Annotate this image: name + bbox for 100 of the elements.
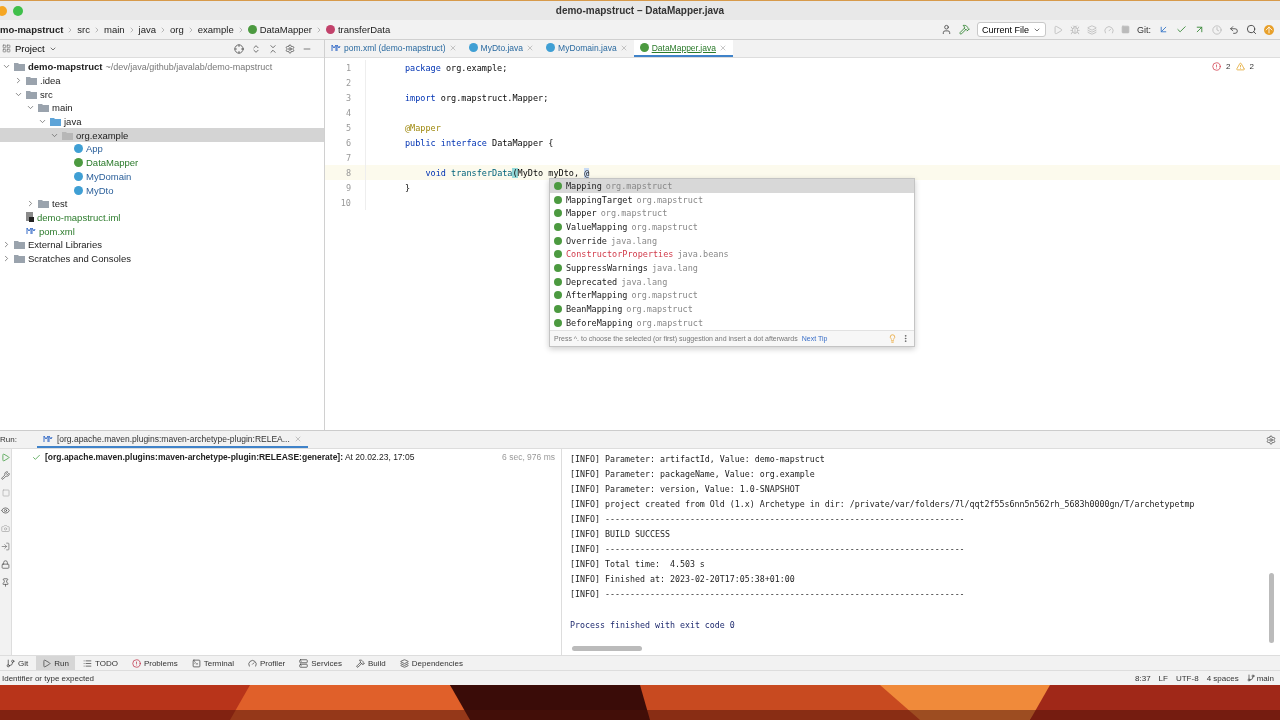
line-number: 1 <box>344 62 351 73</box>
tool-window-tab[interactable]: Services <box>293 656 348 670</box>
coverage-button[interactable] <box>1087 24 1097 35</box>
rollback-button[interactable] <box>1229 24 1239 35</box>
stop-button[interactable] <box>1121 25 1130 34</box>
console-line: [INFO] Finished at: 2023-02-20T17:05:38+01:00 <box>570 573 796 587</box>
tool-window-tab[interactable]: Terminal <box>185 656 240 670</box>
tree-item[interactable]: pom.xml <box>0 224 324 238</box>
ide-update-button[interactable] <box>1264 24 1274 35</box>
completion-item[interactable]: Deprecated java.lang <box>550 274 914 289</box>
completion-item[interactable]: ConstructorProperties java.beans <box>550 247 914 262</box>
folder-icon <box>14 62 25 72</box>
completion-item[interactable]: Mapping org.mapstruct <box>550 179 914 193</box>
folder-icon <box>26 76 37 86</box>
search-button[interactable] <box>1246 24 1257 35</box>
pin-icon <box>1 578 10 587</box>
suggestion-package: org.mapstruct <box>631 290 698 301</box>
settings-button[interactable] <box>1266 434 1276 445</box>
editor-tab[interactable]: MyDto.java <box>462 40 541 57</box>
tool-window-tab[interactable]: Run <box>36 656 75 670</box>
commit-button[interactable] <box>1176 24 1187 35</box>
completion-item[interactable]: SuppressWarnings java.lang <box>550 261 914 275</box>
collapse-all-button[interactable] <box>268 43 278 54</box>
suggestion-package: java.lang <box>651 262 698 273</box>
tree-item[interactable]: org.example <box>0 128 324 143</box>
caret-position[interactable]: 8:37 <box>1135 673 1151 683</box>
suggestion-name: SuppressWarnings <box>566 262 648 273</box>
completion-item[interactable]: Override java.lang <box>550 233 914 248</box>
history-button[interactable] <box>1212 24 1222 35</box>
project-view-dropdown[interactable]: Project <box>2 43 57 54</box>
tree-item[interactable]: MyDto <box>0 183 324 197</box>
tree-item[interactable]: Scratches and Consoles <box>0 251 324 266</box>
breadcrumb[interactable]: transferData <box>338 24 391 35</box>
suggestion-package: java.lang <box>610 235 657 246</box>
profile-button[interactable] <box>1104 24 1114 35</box>
tree-item[interactable]: src <box>0 87 324 102</box>
run-config-dropdown[interactable]: Current File <box>976 22 1046 37</box>
horizontal-scrollbar[interactable] <box>572 646 642 651</box>
tree-item[interactable]: main <box>0 101 324 115</box>
window-zoom-button[interactable] <box>13 5 23 16</box>
tree-item[interactable]: MyDomain <box>0 169 324 184</box>
debug-button[interactable] <box>1070 24 1080 35</box>
tree-item-name: demo-mapstruct.iml <box>37 211 121 223</box>
completion-item[interactable]: MappingTarget org.mapstruct <box>550 192 914 207</box>
line-ending[interactable]: LF <box>1158 673 1168 683</box>
indent-setting[interactable]: 4 spaces <box>1206 673 1239 683</box>
tree-item[interactable]: demo-mapstruct ~/dev/java/github/javalab/demo-mapstruct <box>0 60 324 74</box>
folder-icon <box>14 240 25 250</box>
user-button[interactable] <box>940 24 952 35</box>
completion-item[interactable]: BeanMapping org.mapstruct <box>550 302 914 316</box>
tool-window-tab[interactable]: Profiler <box>241 656 292 670</box>
tree-item[interactable]: .idea <box>0 73 324 88</box>
tree-item[interactable]: External Libraries <box>0 237 324 252</box>
code-line: public interface DataMapper { <box>405 137 554 148</box>
editor-tab[interactable]: DataMapper.java <box>633 40 733 57</box>
tree-item[interactable]: test <box>0 196 324 211</box>
vertical-scrollbar[interactable] <box>1269 573 1274 643</box>
git-branch-widget[interactable]: main <box>1246 673 1274 683</box>
line-number: 6 <box>344 137 351 148</box>
completion-item[interactable]: BeforeMapping org.mapstruct <box>550 315 914 330</box>
window-close-button[interactable] <box>0 5 7 16</box>
push-button[interactable] <box>1194 24 1205 35</box>
tool-window-tab[interactable]: Build <box>349 656 392 670</box>
update-button[interactable] <box>1158 24 1169 35</box>
list-icon <box>82 658 92 668</box>
interface-icon <box>74 158 83 168</box>
breadcrumb[interactable]: example <box>197 24 234 35</box>
line-number: 10 <box>339 197 351 208</box>
tree-item-name: demo-mapstruct <box>28 61 103 73</box>
tool-window-tab[interactable]: TODO <box>76 656 124 670</box>
breadcrumb[interactable]: java <box>138 24 157 35</box>
line-number: 4 <box>344 107 351 118</box>
breadcrumb[interactable]: mo-mapstruct <box>0 24 64 35</box>
editor-tab[interactable]: MyDomain.java <box>540 40 634 57</box>
tree-item[interactable]: App <box>0 142 324 156</box>
tree-item[interactable]: demo-mapstruct.iml <box>0 210 324 225</box>
breadcrumb[interactable]: main <box>104 24 125 35</box>
settings-button[interactable] <box>285 43 295 54</box>
completion-item[interactable]: AfterMapping org.mapstruct <box>550 288 914 303</box>
completion-item[interactable]: Mapper org.mapstruct <box>550 206 914 221</box>
build-button[interactable] <box>958 24 970 35</box>
exit-message: Process finished with exit code 0 <box>570 618 736 632</box>
tool-window-tab[interactable]: Problems <box>125 656 184 670</box>
locate-button[interactable] <box>234 43 244 54</box>
server-icon <box>299 658 309 668</box>
file-encoding[interactable]: UTF-8 <box>1175 673 1199 683</box>
breadcrumb[interactable]: src <box>77 24 90 35</box>
breadcrumb[interactable]: org <box>170 24 184 35</box>
expand-all-button[interactable] <box>251 43 261 54</box>
editor-tab[interactable]: pom.xml (demo-mapstruct) <box>325 40 463 57</box>
tree-item-name: main <box>52 102 73 114</box>
breadcrumb[interactable]: DataMapper <box>259 24 312 35</box>
console-line: [INFO] ------------------------------------------------------------------------ <box>570 543 966 557</box>
tree-item[interactable]: java <box>0 114 324 129</box>
tree-item[interactable]: DataMapper <box>0 155 324 170</box>
tool-window-tab[interactable]: Dependencies <box>393 656 469 670</box>
task-title[interactable]: [org.apache.maven.plugins:maven-archetype-plugin:RELEASE:generate]: At 20.02.23, 17:05 <box>45 452 415 462</box>
completion-item[interactable]: ValueMapping org.mapstruct <box>550 220 914 234</box>
tool-window-tab[interactable]: Git <box>0 656 35 670</box>
run-button[interactable] <box>1053 24 1063 35</box>
